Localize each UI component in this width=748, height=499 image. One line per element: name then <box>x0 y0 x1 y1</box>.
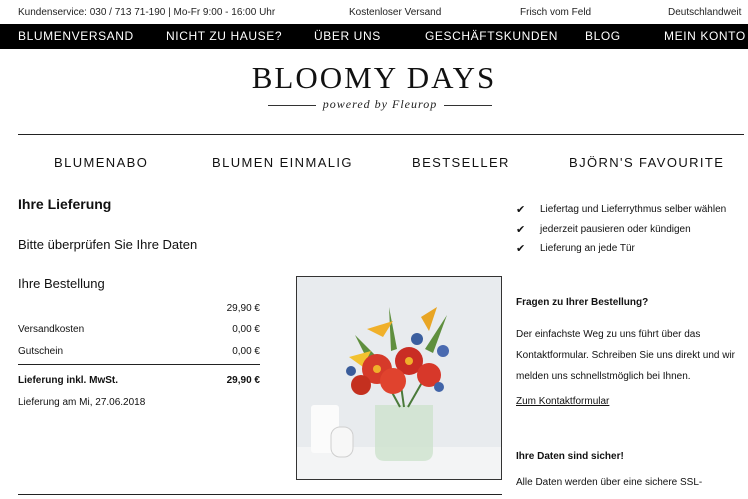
benefit-text: Liefertag und Lieferrythmus selber wähle… <box>540 204 727 215</box>
contact-form-link[interactable]: Zum Kontaktformular <box>516 396 609 407</box>
check-icon: ✔ <box>516 243 526 255</box>
category-blumen-einmalig[interactable]: BLUMEN EINMALIG <box>212 155 353 170</box>
nav-mein-konto[interactable]: MEIN KONTO <box>664 29 746 43</box>
main-nav: BLUMENVERSAND NICHT ZU HAUSE? ÜBER UNS G… <box>0 24 748 49</box>
benefit-text: jederzeit pausieren oder kündigen <box>540 224 691 235</box>
top-info-bar: Kundenservice: 030 / 713 71-190 | Mo-Fr … <box>0 0 748 24</box>
benefit-item: ✔ jederzeit pausieren oder kündigen <box>516 224 746 238</box>
delivery-date: Lieferung am Mi, 27.06.2018 <box>18 397 146 408</box>
help-heading: Fragen zu Ihrer Bestellung? <box>516 297 649 308</box>
order-heading: Ihre Bestellung <box>18 276 105 291</box>
site-logo[interactable]: BLOOMY DAYS <box>0 60 748 96</box>
bottom-divider <box>18 494 502 495</box>
price-row: 29,90 € <box>18 303 260 317</box>
shipping-value: 0,00 € <box>232 324 260 335</box>
category-bestseller[interactable]: BESTSELLER <box>412 155 510 170</box>
check-icon: ✔ <box>516 204 526 216</box>
shipping-label: Versandkosten <box>18 324 85 335</box>
voucher-row: Gutschein 0,00 € <box>18 346 260 360</box>
flower-bouquet-image <box>297 277 501 479</box>
product-image <box>296 276 502 480</box>
free-shipping-info: Kostenloser Versand <box>349 7 442 18</box>
voucher-label: Gutschein <box>18 346 64 357</box>
benefit-text: Lieferung an jede Tür <box>540 243 635 254</box>
logo-tagline-wrap: powered by Fleurop <box>268 97 492 113</box>
voucher-value: 0,00 € <box>232 346 260 357</box>
security-heading: Ihre Daten sind sicher! <box>516 451 624 462</box>
benefit-item: ✔ Lieferung an jede Tür <box>516 243 746 257</box>
delivery-heading: Ihre Lieferung <box>18 196 112 212</box>
benefit-item: ✔ Liefertag und Lieferrythmus selber wäh… <box>516 204 746 218</box>
header-divider <box>18 134 744 135</box>
tagline-rule-right <box>444 105 492 106</box>
nav-ueber-uns[interactable]: ÜBER UNS <box>314 29 381 43</box>
fresh-info: Frisch vom Feld <box>520 7 592 18</box>
total-label: Lieferung inkl. MwSt. <box>18 375 119 386</box>
category-bjoerns-favourite[interactable]: BJÖRN'S FAVOURITE <box>569 155 724 170</box>
total-value: 29,90 € <box>226 375 260 386</box>
nav-geschaeftskunden[interactable]: GESCHÄFTSKUNDEN <box>425 29 558 43</box>
region-info: Deutschlandweit <box>668 7 742 18</box>
security-text: Alle Daten werden über eine sichere SSL- <box>516 477 703 488</box>
nav-blumenversand[interactable]: BLUMENVERSAND <box>18 29 134 43</box>
nav-blog[interactable]: BLOG <box>585 29 621 43</box>
check-icon: ✔ <box>516 224 526 236</box>
customer-service-info: Kundenservice: 030 / 713 71-190 | Mo-Fr … <box>18 7 276 18</box>
category-blumenabo[interactable]: BLUMENABO <box>54 155 148 170</box>
help-text: Der einfachste Weg zu uns führt über das… <box>516 329 735 382</box>
price-value: 29,90 € <box>226 303 260 314</box>
shipping-row: Versandkosten 0,00 € <box>18 324 260 338</box>
check-data-text: Bitte überprüfen Sie Ihre Daten <box>18 237 198 252</box>
total-row: Lieferung inkl. MwSt. 29,90 € <box>18 375 260 389</box>
nav-nicht-zu-hause[interactable]: NICHT ZU HAUSE? <box>166 29 282 43</box>
total-divider <box>18 364 260 365</box>
